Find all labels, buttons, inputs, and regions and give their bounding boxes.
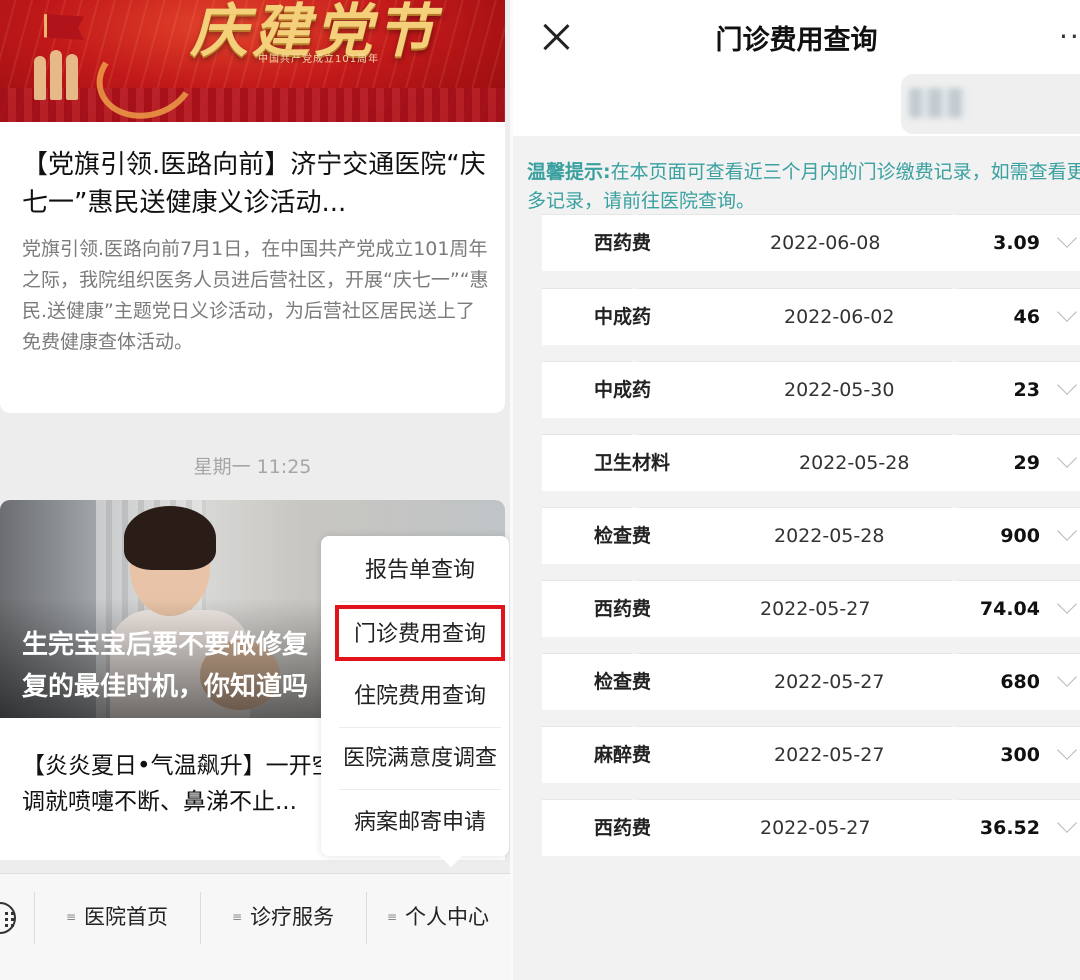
tab-hospital-home[interactable]: ≡ 医院首页 [34,874,200,952]
chevron-down-icon[interactable] [1057,813,1077,833]
fee-date: 2022-06-02 [784,306,895,328]
wechat-official-account-pane: 庆建党节 中国共产党成立101周年 【党旗引领.医路向前】济宁交通医院“庆七一”… [0,0,510,980]
fee-category: 卫生材料 [594,452,671,474]
figures-illustration [34,46,82,100]
notice-label: 温馨提示: [527,161,611,183]
tab-medical-services[interactable]: ≡ 诊疗服务 [200,874,366,952]
patient-name-box[interactable] [901,74,1080,134]
notice-text: 温馨提示:在本页面可查看近三个月内的门诊缴费记录，如需查看更多记录，请前往医院查… [527,158,1080,216]
fee-date: 2022-05-27 [760,598,871,620]
fee-date: 2022-05-30 [784,379,895,401]
menu-item-satisfaction-survey[interactable]: 医院满意度调查 [339,728,501,790]
bottom-menu-bar: ≡ 医院首页 ≡ 诊疗服务 ≡ 个人中心 [0,873,510,980]
fee-date: 2022-05-28 [774,525,885,547]
fee-category: 西药费 [594,598,652,620]
article-card-featured[interactable]: 庆建党节 中国共产党成立101周年 【党旗引领.医路向前】济宁交通医院“庆七一”… [0,0,505,413]
message-timestamp: 星期一 11:25 [193,456,312,478]
fee-category: 检查费 [594,525,652,547]
chevron-down-icon[interactable] [1057,228,1077,248]
fee-category: 西药费 [594,232,652,254]
banner-subtitle: 中国共产党成立101周年 [258,54,380,65]
fee-amount: 3.09 [993,232,1040,254]
fee-amount: 29 [1013,452,1040,474]
navigation-bar: 门诊费用查询 ·· [513,0,1080,74]
fee-category: 检查费 [594,671,652,693]
fee-category: 麻醉费 [594,744,652,766]
fee-record-row[interactable]: 中成药 2022-06-02 46 [542,288,1080,345]
fee-record-row[interactable]: 中成药 2022-05-30 23 [542,361,1080,418]
fee-date: 2022-06-08 [770,232,881,254]
article-banner-image: 庆建党节 中国共产党成立101周年 [0,0,505,122]
fee-amount: 300 [1000,744,1040,766]
menu-lines-icon: ≡ [231,910,243,924]
submenu-popup: 报告单查询 门诊费用查询 住院费用查询 医院满意度调查 病案邮寄申请 [321,536,509,856]
flag-icon [44,14,84,40]
fee-category: 西药费 [594,817,652,839]
menu-lines-icon: ≡ [386,910,398,924]
fee-amount: 74.04 [979,598,1040,620]
article-title[interactable]: 【党旗引领.医路向前】济宁交通医院“庆七一”惠民送健康义诊活动... [22,146,490,222]
chevron-down-icon[interactable] [1057,302,1077,322]
fee-record-row[interactable]: 西药费 2022-05-27 36.52 [542,799,1080,856]
fee-date: 2022-05-27 [774,744,885,766]
fee-amount: 680 [1000,671,1040,693]
fee-category: 中成药 [594,306,652,328]
chevron-down-icon[interactable] [1057,375,1077,395]
menu-item-record-mail-request[interactable]: 病案邮寄申请 [339,792,501,854]
tab-personal-center[interactable]: ≡ 个人中心 [366,874,510,952]
menu-item-outpatient-fee-query[interactable]: 门诊费用查询 [335,605,505,661]
chevron-down-icon[interactable] [1057,448,1077,468]
fee-amount: 23 [1013,379,1040,401]
outpatient-fee-page: 门诊费用查询 ·· 温馨提示:在本页面可查看近三个月内的门诊缴费记录，如需查看更… [513,0,1080,980]
fee-date: 2022-05-28 [799,452,910,474]
fee-record-row[interactable]: 卫生材料 2022-05-28 29 [542,434,1080,491]
fee-date: 2022-05-27 [774,671,885,693]
fee-amount: 36.52 [979,817,1040,839]
chevron-down-icon[interactable] [1057,740,1077,760]
more-icon[interactable]: ·· [1059,23,1080,51]
fee-amount: 46 [1013,306,1040,328]
blurred-patient-name [909,88,965,118]
menu-lines-icon: ≡ [65,910,77,924]
fee-date: 2022-05-27 [760,817,871,839]
patient-selector-bar [513,74,1080,136]
page-title: 门诊费用查询 [715,25,878,56]
fee-record-row[interactable]: 西药费 2022-06-08 3.09 [542,214,1080,271]
chevron-down-icon[interactable] [1057,667,1077,687]
keyboard-icon[interactable] [0,902,16,934]
fee-record-row[interactable]: 麻醉费 2022-05-27 300 [542,726,1080,783]
chevron-down-icon[interactable] [1057,521,1077,541]
fee-record-row[interactable]: 检查费 2022-05-27 680 [542,653,1080,710]
notice-body: 在本页面可查看近三个月内的门诊缴费记录，如需查看更多记录，请前往医院查询。 [527,161,1080,212]
fee-record-row[interactable]: 西药费 2022-05-27 74.04 [542,580,1080,637]
menu-item-inpatient-fee-query[interactable]: 住院费用查询 [339,666,501,728]
fee-category: 中成药 [594,379,652,401]
fee-amount: 900 [1000,525,1040,547]
article-summary: 党旗引领.医路向前7月1日，在中国共产党成立101周年之际，我院组织医务人员进后… [22,238,489,353]
fee-record-row[interactable]: 检查费 2022-05-28 900 [542,507,1080,564]
chevron-down-icon[interactable] [1057,594,1077,614]
menu-item-report-query[interactable]: 报告单查询 [339,540,501,602]
